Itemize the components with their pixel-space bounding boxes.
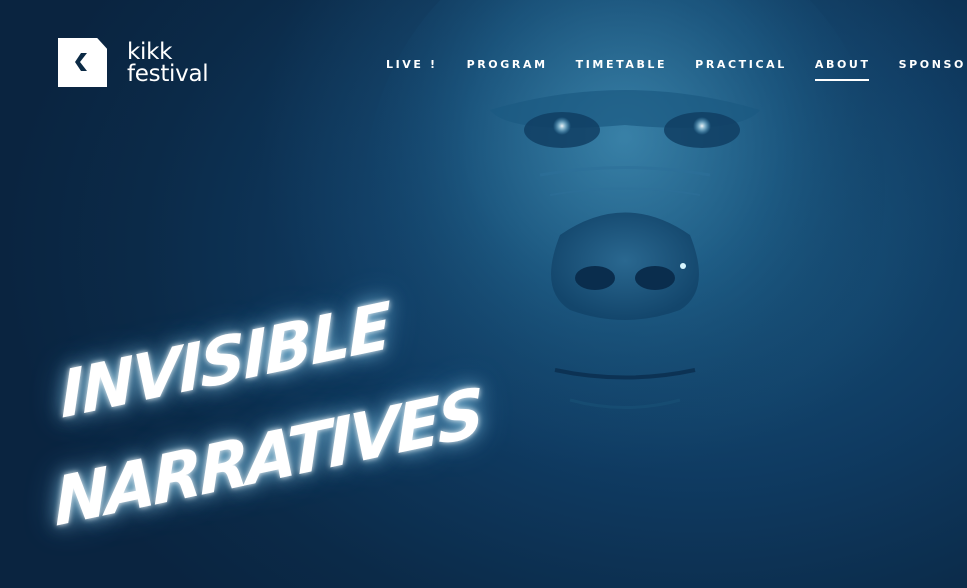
hero-title: INVISIBLE NARRATIVES xyxy=(53,289,482,588)
nav-practical[interactable]: PRACTICAL xyxy=(695,58,787,81)
nav-timetable[interactable]: TIMETABLE xyxy=(576,58,668,81)
logo-line1: kikk xyxy=(127,38,173,65)
nav-live[interactable]: LIVE ! xyxy=(386,58,438,81)
kikk-logo-icon xyxy=(58,38,107,87)
nav-program[interactable]: PROGRAM xyxy=(467,58,548,81)
main-nav: LIVE ! PROGRAM TIMETABLE PRACTICAL ABOUT… xyxy=(386,58,967,81)
nav-sponsors[interactable]: SPONSORS xyxy=(899,58,967,81)
nav-about[interactable]: ABOUT xyxy=(814,58,871,81)
logo-wordmark: kikk festival xyxy=(127,38,209,87)
logo-line2: festival xyxy=(127,60,209,87)
page: kikk festival LIVE ! PROGRAM TIMETABLE P… xyxy=(0,0,967,588)
kikk-logo[interactable]: kikk festival xyxy=(58,38,209,87)
